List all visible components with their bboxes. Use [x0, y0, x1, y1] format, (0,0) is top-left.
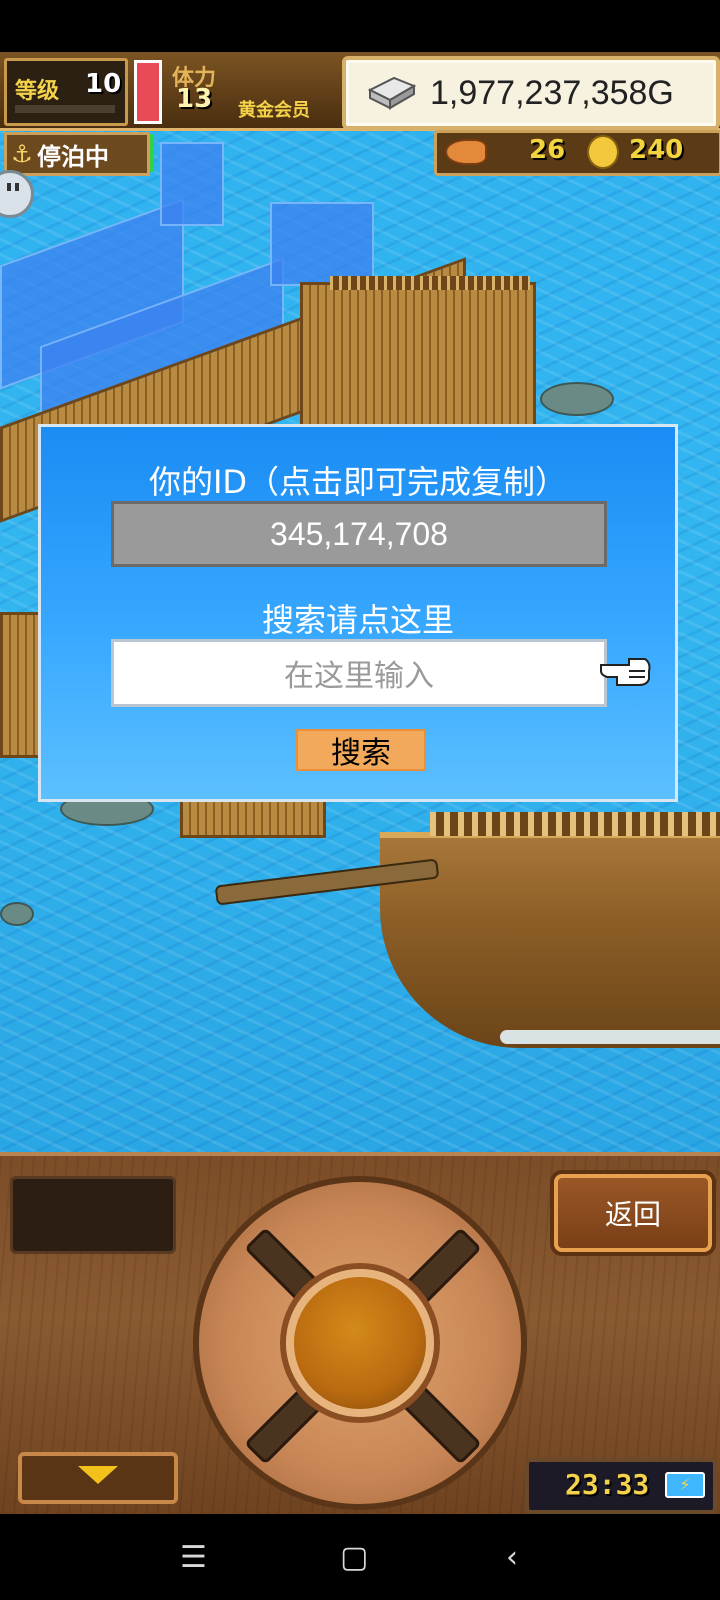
clock-time: 23:33 — [565, 1468, 650, 1501]
back-button[interactable]: 返回 — [554, 1174, 712, 1252]
search-input[interactable]: 在这里输入 — [111, 639, 607, 707]
search-button[interactable]: 搜索 — [296, 729, 426, 771]
membership-label: 黄金会员 — [238, 100, 310, 121]
status-strip — [0, 0, 720, 52]
id-search-dialog: 你的ID（点击即可完成复制） 345,174,708 搜索请点这里 在这里输入 … — [38, 424, 678, 802]
water-grid-tile — [160, 142, 224, 226]
wave-foam — [500, 1030, 720, 1044]
anchor-icon: ⚓ — [11, 140, 33, 168]
dock-railing — [330, 276, 530, 290]
docked-status-badge[interactable]: ⚓ 停泊中 — [4, 132, 150, 176]
top-hud: 等级 10 体力 13 黄金会员 1,977,237,358G — [0, 52, 720, 131]
reef-rock — [0, 902, 34, 926]
level-box: 等级 10 — [4, 58, 128, 126]
gold-coin-icon — [587, 135, 619, 169]
fish-icon — [445, 139, 487, 165]
reef-rock — [540, 382, 614, 416]
nav-back-icon[interactable]: ‹ — [506, 1540, 518, 1575]
resource-bar: 26 240 — [434, 130, 720, 176]
clock-display: 23:33 ⚡ — [525, 1458, 717, 1514]
chevron-down-icon — [78, 1466, 118, 1484]
dialog-title: 你的ID（点击即可完成复制） — [148, 463, 568, 501]
direction-wheel[interactable] — [193, 1176, 527, 1510]
level-value: 10 — [85, 69, 122, 99]
stamina-value: 13 — [176, 84, 213, 114]
system-nav-bar: ☰ ▢ ‹ — [0, 1514, 720, 1600]
status-indicator — [150, 134, 154, 172]
pointing-hand-icon — [600, 658, 651, 686]
coin-count: 240 — [629, 135, 684, 165]
level-progress-bar — [15, 105, 115, 113]
recent-apps-icon[interactable]: ☰ — [180, 1540, 207, 1575]
silver-ingot-icon — [367, 76, 417, 110]
docked-status-label: 停泊中 — [37, 142, 109, 171]
water-grid-tile — [270, 202, 374, 286]
money-value: 1,977,237,358G — [430, 74, 674, 112]
wheel-center-button[interactable] — [286, 1269, 434, 1417]
level-label: 等级 — [15, 79, 60, 104]
empty-slot — [10, 1176, 176, 1254]
home-icon[interactable]: ▢ — [340, 1540, 368, 1575]
battery-icon: ⚡ — [665, 1472, 705, 1498]
fish-count: 26 — [529, 135, 566, 165]
collapse-button[interactable] — [18, 1452, 178, 1504]
control-panel: 返回 23:33 ⚡ — [0, 1152, 720, 1518]
ship-railing — [430, 812, 720, 836]
stamina-gauge — [134, 60, 162, 124]
user-id-copy-field[interactable]: 345,174,708 — [111, 501, 607, 567]
search-hint-label: 搜索请点这里 — [261, 601, 454, 639]
money-display[interactable]: 1,977,237,358G — [342, 56, 720, 130]
